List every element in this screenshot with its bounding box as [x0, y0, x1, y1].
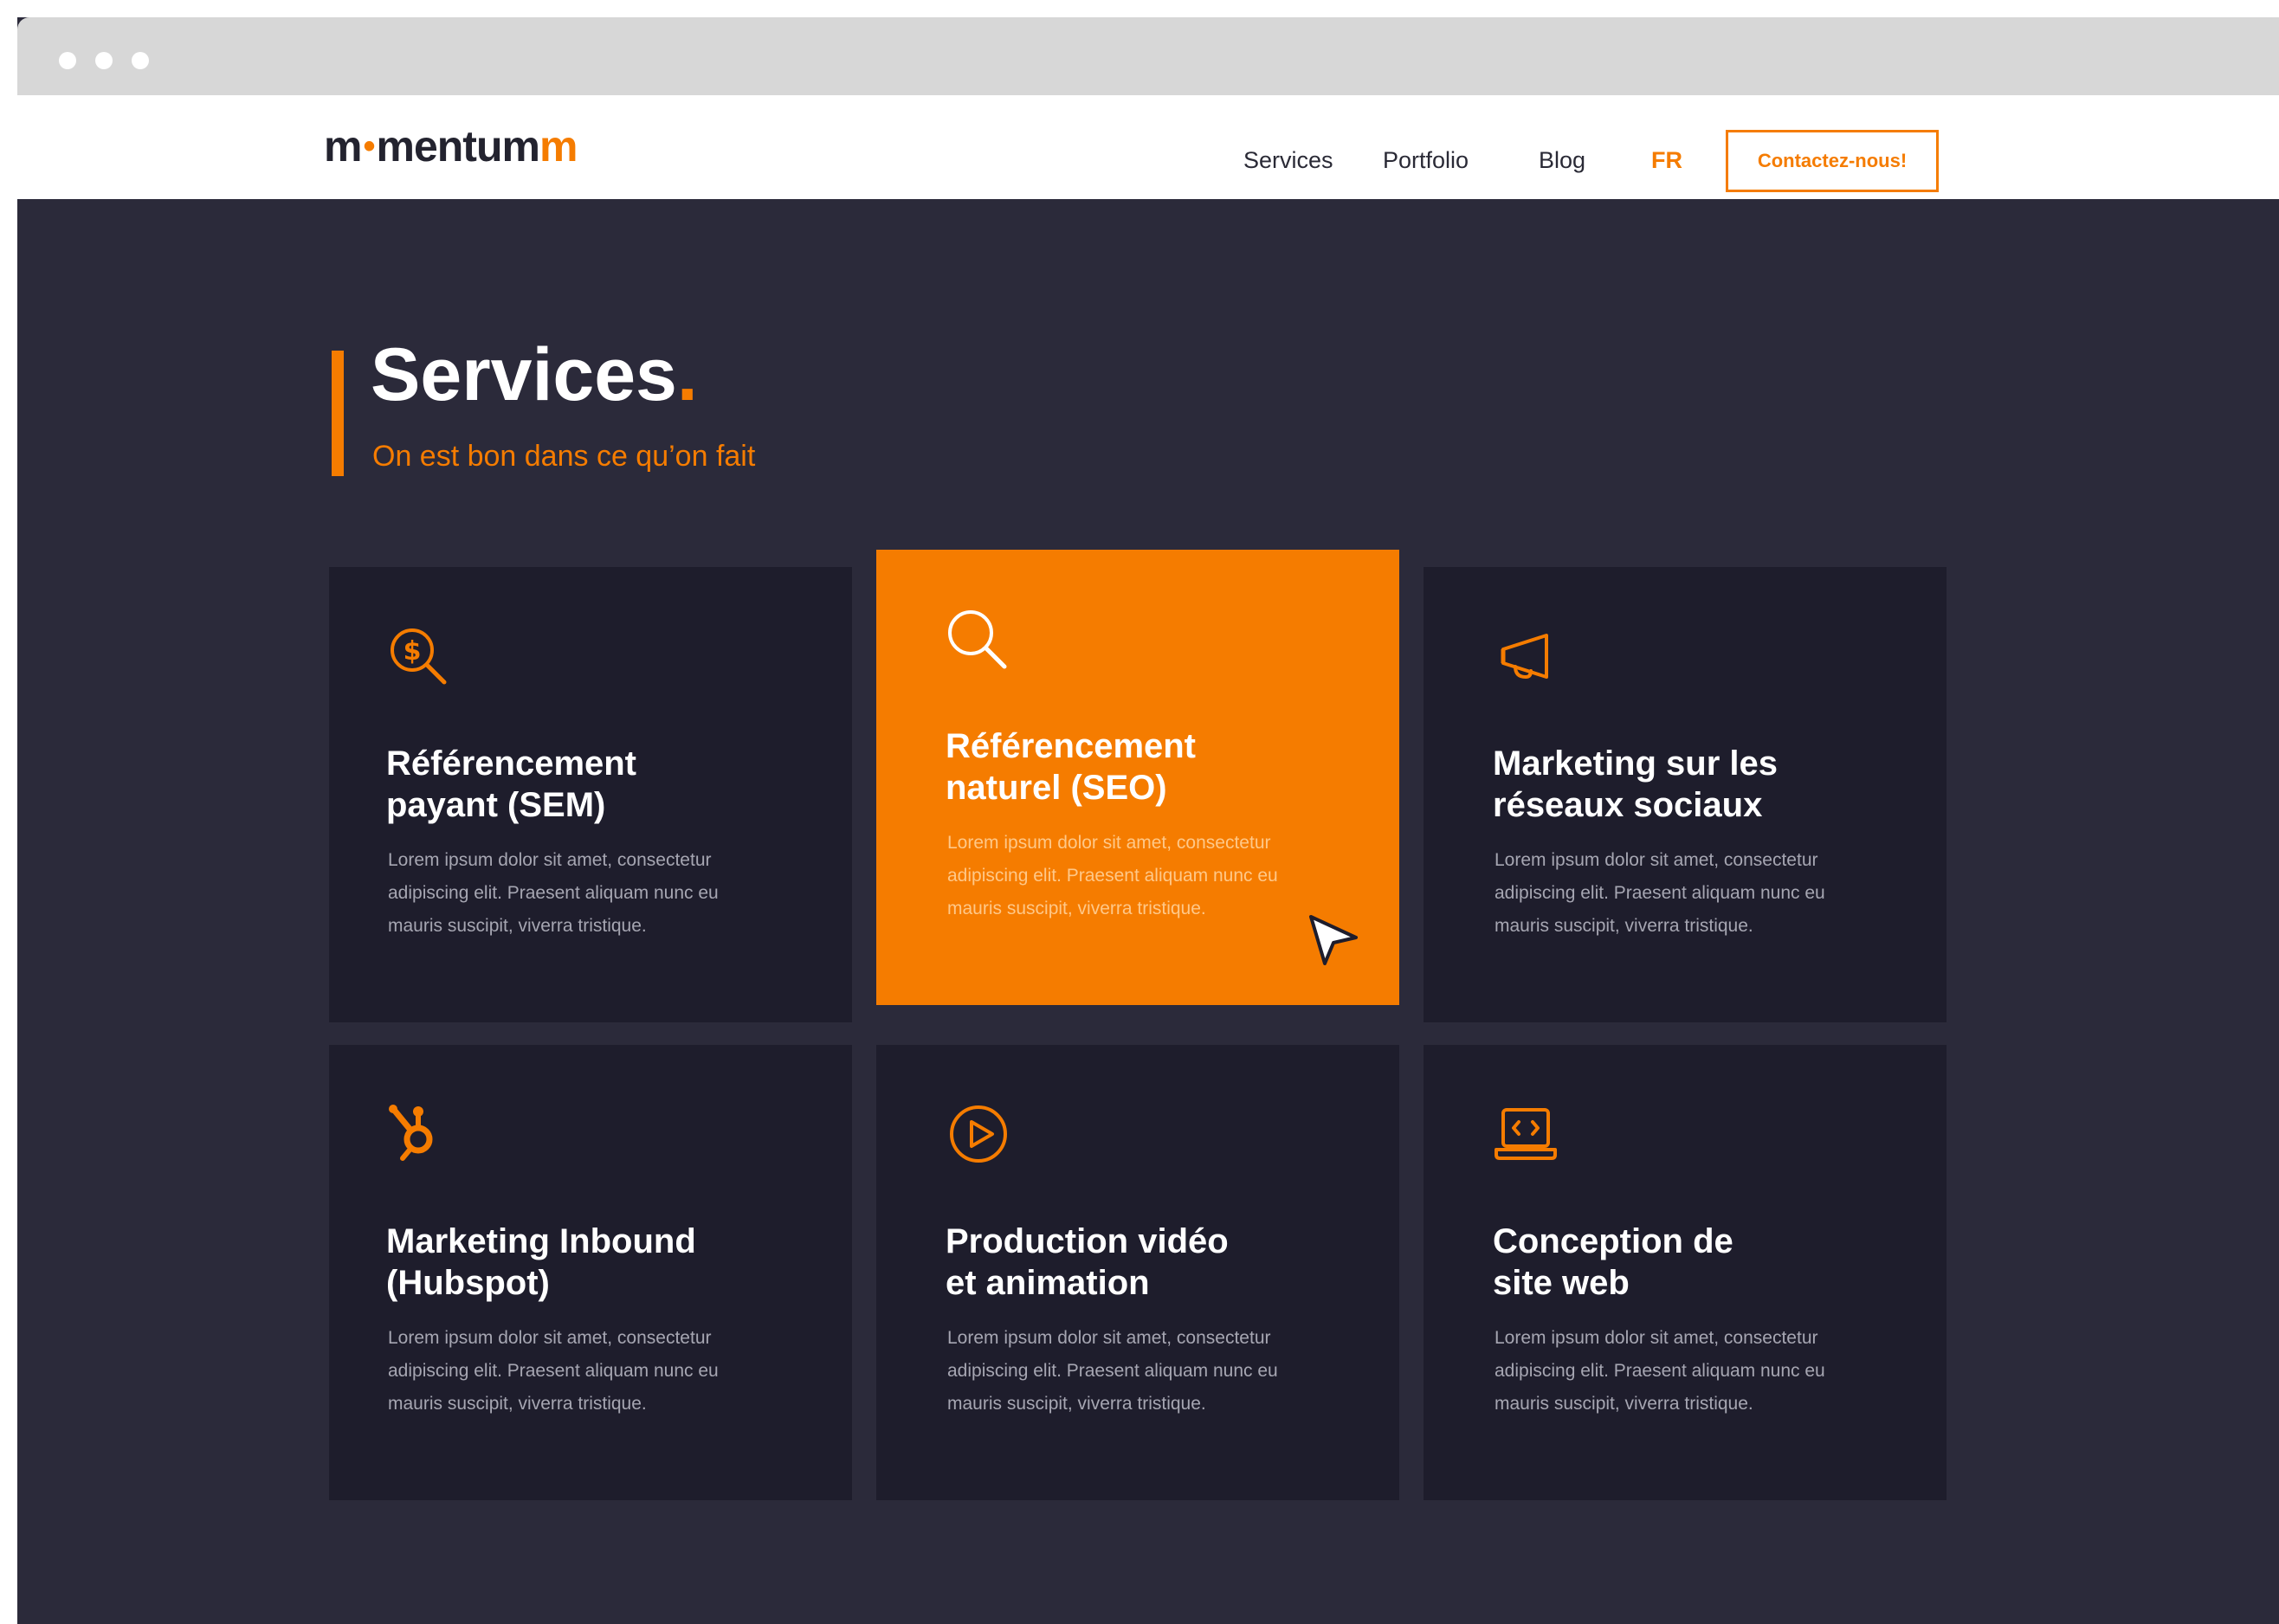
card-title-line: site web	[1493, 1264, 1630, 1302]
card-title-line: réseaux sociaux	[1493, 786, 1763, 824]
card-description: Lorem ipsum dolor sit amet, consectetur …	[388, 1322, 719, 1421]
card-title-line: (Hubspot)	[386, 1264, 550, 1302]
card-description: Lorem ipsum dolor sit amet, consectetur …	[947, 827, 1278, 925]
title-accent-bar	[332, 351, 344, 476]
card-description-line: mauris suscipit, viverra tristique.	[1495, 1394, 1753, 1414]
card-description-line: mauris suscipit, viverra tristique.	[1495, 916, 1753, 936]
logo-accent-letter: m	[539, 122, 578, 171]
card-description-line: mauris suscipit, viverra tristique.	[947, 899, 1206, 918]
nav-link-blog[interactable]: Blog	[1539, 149, 1585, 172]
hubspot-icon	[389, 1105, 433, 1161]
card-title-line: Marketing sur les	[1493, 744, 1779, 783]
card-title-line: naturel (SEO)	[946, 769, 1167, 807]
card-title: Marketing sur les réseaux sociaux	[1493, 743, 1778, 826]
card-description-line: adipiscing elit. Praesent aliquam nunc e…	[388, 1361, 719, 1381]
card-description-line: mauris suscipit, viverra tristique.	[388, 916, 647, 936]
maximize-window-button[interactable]	[132, 52, 149, 69]
service-card-inbound[interactable]: Marketing Inbound (Hubspot) Lorem ipsum …	[329, 1045, 852, 1500]
card-description-line: mauris suscipit, viverra tristique.	[947, 1394, 1206, 1414]
service-card-social[interactable]: Marketing sur les réseaux sociaux Lorem …	[1424, 567, 1947, 1022]
logo-dot: •	[363, 127, 375, 165]
megaphone-icon	[1501, 634, 1548, 680]
page-title: Services.	[371, 338, 698, 412]
card-title-line: payant (SEM)	[386, 786, 606, 824]
card-description-line: Lorem ipsum dolor sit amet, consectetur	[388, 850, 712, 870]
card-title: Production vidéo et animation	[946, 1221, 1229, 1304]
window-titlebar	[17, 17, 2279, 95]
card-title-line: et animation	[946, 1264, 1150, 1302]
card-title-line: Marketing Inbound	[386, 1222, 696, 1260]
card-description-line: adipiscing elit. Praesent aliquam nunc e…	[388, 883, 719, 903]
page-title-accent: .	[676, 333, 698, 416]
language-switch[interactable]: FR	[1651, 149, 1682, 172]
card-description: Lorem ipsum dolor sit amet, consectetur …	[1495, 844, 1825, 943]
card-description: Lorem ipsum dolor sit amet, consectetur …	[947, 1322, 1278, 1421]
card-description: Lorem ipsum dolor sit amet, consectetur …	[1495, 1322, 1825, 1421]
page-title-text: Services	[371, 333, 677, 416]
card-description-line: Lorem ipsum dolor sit amet, consectetur	[388, 1328, 712, 1348]
service-card-video[interactable]: Production vidéo et animation Lorem ipsu…	[876, 1045, 1399, 1500]
card-title: Conception de site web	[1493, 1221, 1733, 1304]
card-title: Marketing Inbound (Hubspot)	[386, 1221, 696, 1304]
card-description-line: mauris suscipit, viverra tristique.	[388, 1394, 647, 1414]
nav-link-portfolio[interactable]: Portfolio	[1383, 149, 1469, 172]
card-description: Lorem ipsum dolor sit amet, consectetur …	[388, 844, 719, 943]
card-title-line: Conception de	[1493, 1222, 1733, 1260]
page-subtitle: On est bon dans ce qu’on fait	[372, 440, 756, 473]
card-description-line: adipiscing elit. Praesent aliquam nunc e…	[1495, 1361, 1825, 1381]
site-header: m•mentumm Services Portfolio Blog FR Con…	[17, 95, 2279, 199]
card-description-line: Lorem ipsum dolor sit amet, consectetur	[1495, 1328, 1818, 1348]
card-title-line: Référencement	[386, 744, 637, 783]
card-title-line: Référencement	[946, 727, 1197, 765]
momentum-logo[interactable]: m•mentumm	[324, 122, 578, 171]
service-card-web[interactable]: Conception de site web Lorem ipsum dolor…	[1424, 1045, 1947, 1500]
browser-window: m•mentumm Services Portfolio Blog FR Con…	[17, 17, 2279, 1624]
svg-text:$: $	[404, 636, 422, 667]
logo-letter: m	[324, 122, 362, 171]
contact-button[interactable]: Contactez-nous!	[1726, 130, 1939, 192]
dollar-search-icon: $	[391, 628, 447, 685]
nav-link-services[interactable]: Services	[1243, 149, 1333, 172]
card-title: Référencement naturel (SEO)	[946, 725, 1196, 809]
card-description-line: Lorem ipsum dolor sit amet, consectetur	[947, 833, 1271, 853]
card-description-line: Lorem ipsum dolor sit amet, consectetur	[947, 1328, 1271, 1348]
search-icon	[948, 610, 1007, 669]
logo-word: mentum	[376, 122, 539, 171]
card-title-line: Production vidéo	[946, 1222, 1229, 1260]
card-description-line: adipiscing elit. Praesent aliquam nunc e…	[947, 866, 1278, 886]
close-window-button[interactable]	[59, 52, 76, 69]
card-description-line: Lorem ipsum dolor sit amet, consectetur	[1495, 850, 1818, 870]
mouse-cursor-icon	[1309, 915, 1358, 965]
card-description-line: adipiscing elit. Praesent aliquam nunc e…	[947, 1361, 1278, 1381]
card-title: Référencement payant (SEM)	[386, 743, 636, 826]
minimize-window-button[interactable]	[95, 52, 113, 69]
laptop-code-icon	[1495, 1108, 1557, 1160]
service-card-sem[interactable]: $ Référencement payant (SEM) Lorem ipsum…	[329, 567, 852, 1022]
card-description-line: adipiscing elit. Praesent aliquam nunc e…	[1495, 883, 1825, 903]
play-circle-icon	[950, 1105, 1007, 1163]
